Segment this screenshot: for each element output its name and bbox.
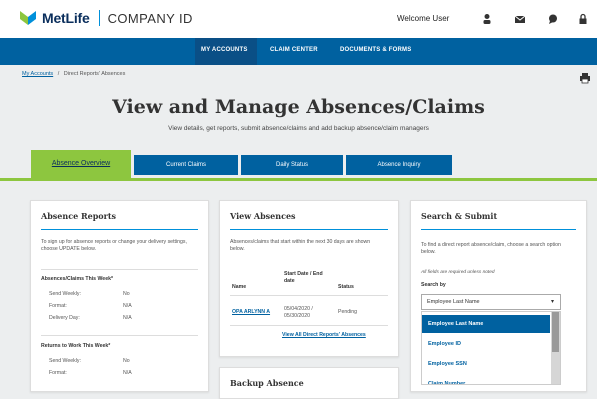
logo-separator xyxy=(98,10,100,26)
view-absences-title: View Absences xyxy=(230,211,296,221)
search-submit-title: Search & Submit xyxy=(421,211,498,221)
panel-divider xyxy=(421,229,576,230)
absence-row-dates: 05/04/2020 / 05/30/2020 xyxy=(284,306,313,319)
panel-divider xyxy=(41,229,198,230)
row-value: N/A xyxy=(123,303,132,309)
option-employee-last-name[interactable]: Employee Last Name xyxy=(422,315,550,333)
col-status-header: Status xyxy=(338,284,354,290)
search-by-selected-value: Employee Last Name xyxy=(427,299,480,305)
tab-absence-overview[interactable]: Absence Overview xyxy=(31,150,131,178)
absence-reports-title: Absence Reports xyxy=(41,211,117,221)
breadcrumb-my-accounts[interactable]: My Accounts xyxy=(22,71,53,77)
user-icon[interactable] xyxy=(480,12,494,26)
absence-reports-intro: To sign up for absence reports or change… xyxy=(41,239,187,252)
view-absences-panel: View Absences Absences/claims that start… xyxy=(219,200,399,357)
row-value: N/A xyxy=(123,315,132,321)
row-label: Format: xyxy=(49,370,67,376)
col-dates-header: Start Date / End date xyxy=(284,271,323,284)
table-header-divider xyxy=(230,295,388,296)
row-value: N/A xyxy=(123,370,132,376)
nav-my-accounts[interactable]: MY ACCOUNTS xyxy=(201,47,248,53)
tab-current-claims[interactable]: Current Claims xyxy=(134,155,238,175)
page-title: View and Manage Absences/Claims xyxy=(112,96,485,118)
chevron-down-icon: ▾ xyxy=(550,299,554,305)
print-icon[interactable] xyxy=(579,72,591,84)
required-note: All fields are required unless noted xyxy=(421,270,495,275)
view-absences-intro: Absences/claims that start within the ne… xyxy=(230,239,371,252)
search-by-label: Search by xyxy=(421,282,446,288)
breadcrumb-current: Direct Reports' Absences xyxy=(63,71,126,77)
row-label: Delivery Day: xyxy=(49,315,80,321)
tab-daily-status[interactable]: Daily Status xyxy=(241,155,343,175)
option-employee-ssn[interactable]: Employee SSN xyxy=(422,355,550,373)
search-by-dropdown: Employee Last Name Employee ID Employee … xyxy=(421,311,561,385)
absence-row-name-link[interactable]: OPA ARLYNN A xyxy=(232,309,270,316)
search-intro: To find a direct report absence/claim, c… xyxy=(421,242,561,255)
col-name-header: Name xyxy=(232,284,247,290)
breadcrumb: My Accounts / Direct Reports' Absences xyxy=(22,71,125,77)
brand-subtitle: COMPANY ID xyxy=(107,10,193,26)
panel-divider xyxy=(230,229,388,230)
table-row-divider xyxy=(230,325,388,326)
section-divider xyxy=(41,269,198,270)
nav-documents-forms[interactable]: DOCUMENTS & FORMS xyxy=(340,47,411,53)
row-label: Format: xyxy=(49,303,67,309)
nav-claim-center[interactable]: CLAIM CENTER xyxy=(270,47,318,53)
option-employee-id[interactable]: Employee ID xyxy=(422,335,550,353)
tab-absence-inquiry[interactable]: Absence Inquiry xyxy=(346,155,452,175)
breadcrumb-separator: / xyxy=(57,71,60,77)
backup-absence-panel: Backup Absence xyxy=(219,367,399,399)
chat-icon[interactable] xyxy=(546,12,560,26)
tabs-underline xyxy=(0,178,597,181)
section-divider xyxy=(41,335,198,336)
metlife-logo-icon xyxy=(20,11,36,25)
metlife-logo[interactable]: MetLife COMPANY ID xyxy=(20,10,193,26)
row-label: Send Weekly: xyxy=(49,291,81,297)
section-absences-week: Absences/Claims This Week* xyxy=(41,276,113,282)
section-returns-week: Returns to Work This Week* xyxy=(41,343,111,349)
absence-row-status: Pending xyxy=(338,309,358,315)
row-label: Send Weekly: xyxy=(49,358,81,364)
top-header: MetLife COMPANY ID Welcome User xyxy=(0,0,597,38)
dropdown-scrollbar-thumb[interactable] xyxy=(552,312,559,352)
view-all-absences-link[interactable]: View All Direct Reports' Absences xyxy=(282,332,366,339)
brand-name: MetLife xyxy=(42,10,90,26)
mail-icon[interactable] xyxy=(513,12,527,26)
dropdown-scrollbar[interactable] xyxy=(551,312,560,384)
welcome-text: Welcome User xyxy=(397,14,450,23)
search-by-select[interactable]: Employee Last Name ▾ xyxy=(421,294,561,310)
row-value: No xyxy=(123,291,130,297)
main-nav: MY ACCOUNTS CLAIM CENTER DOCUMENTS & FOR… xyxy=(0,38,597,65)
option-claim-number[interactable]: Claim Number xyxy=(422,375,550,384)
search-submit-panel: Search & Submit To find a direct report … xyxy=(410,200,587,392)
lock-icon[interactable] xyxy=(576,12,590,26)
page-subtitle: View details, get reports, submit absenc… xyxy=(168,125,429,132)
absence-reports-panel: Absence Reports To sign up for absence r… xyxy=(30,200,209,392)
backup-absence-title: Backup Absence xyxy=(230,378,304,388)
row-value: No xyxy=(123,358,130,364)
